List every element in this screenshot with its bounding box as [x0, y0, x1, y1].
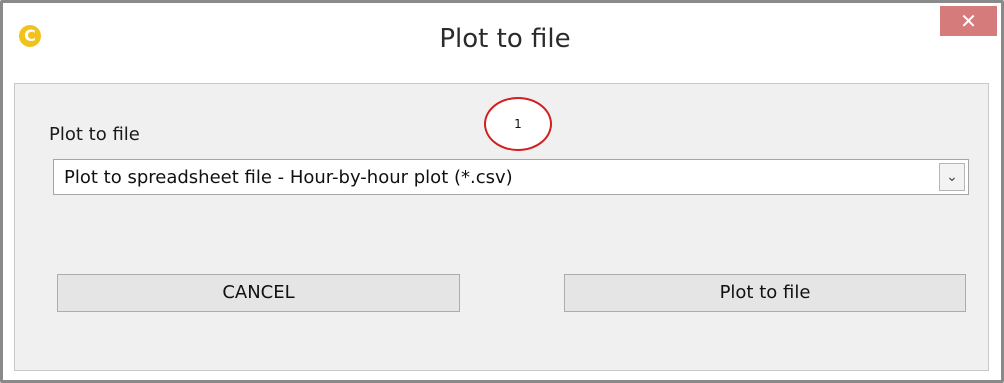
plot-to-file-label: Plot to file: [49, 124, 140, 145]
title-bar: C Plot to file ✕: [3, 3, 1001, 83]
window-title: Plot to file: [439, 24, 571, 54]
close-button[interactable]: ✕: [940, 6, 997, 36]
plot-type-select[interactable]: Plot to spreadsheet file - Hour-by-hour …: [53, 159, 969, 195]
annotation-callout: 1: [484, 97, 552, 151]
plot-to-file-button[interactable]: Plot to file: [564, 274, 966, 312]
cancel-button[interactable]: CANCEL: [57, 274, 460, 312]
plot-type-select-value: Plot to spreadsheet file - Hour-by-hour …: [64, 167, 513, 188]
chevron-down-icon[interactable]: ⌄: [939, 163, 965, 191]
